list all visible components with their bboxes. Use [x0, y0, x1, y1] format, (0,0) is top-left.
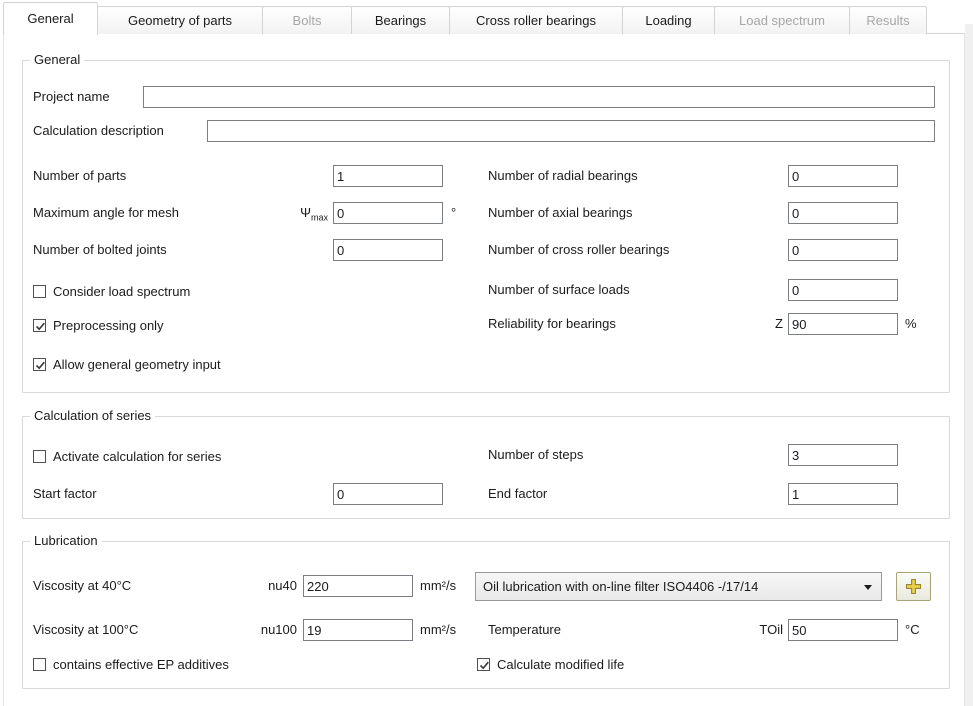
activate-series-checkbox[interactable]: Activate calculation for series	[33, 446, 221, 466]
axial-bearings-input[interactable]	[788, 202, 898, 224]
surface-loads-input[interactable]	[788, 279, 898, 301]
group-calculation-of-series-title: Calculation of series	[30, 408, 155, 424]
nu100-symbol: nu100	[240, 619, 297, 641]
cross-roller-bearings-input[interactable]	[788, 239, 898, 261]
viscosity-40-label: Viscosity at 40°C	[33, 575, 131, 597]
calculate-modified-life-label: Calculate modified life	[497, 657, 624, 672]
viscosity-100-label: Viscosity at 100°C	[33, 619, 138, 641]
add-lubrication-button[interactable]	[896, 572, 931, 601]
checkbox-box	[33, 450, 46, 463]
ep-additives-checkbox[interactable]: contains effective EP additives	[33, 654, 229, 674]
group-lubrication-title: Lubrication	[30, 533, 102, 549]
calculation-description-label: Calculation description	[33, 120, 164, 142]
preprocessing-only-label: Preprocessing only	[53, 318, 164, 333]
axial-bearings-label: Number of axial bearings	[488, 202, 633, 224]
project-name-input[interactable]	[143, 86, 935, 108]
ep-additives-label: contains effective EP additives	[53, 657, 229, 672]
viscosity-100-input[interactable]	[303, 619, 413, 641]
checkbox-box	[33, 285, 46, 298]
maximum-angle-input[interactable]	[333, 202, 443, 224]
check-icon	[33, 319, 48, 334]
bolted-joints-label: Number of bolted joints	[33, 239, 167, 261]
maximum-angle-label: Maximum angle for mesh	[33, 202, 179, 224]
reliability-unit: %	[905, 313, 917, 335]
start-factor-input[interactable]	[333, 483, 443, 505]
preprocessing-only-checkbox[interactable]: Preprocessing only	[33, 315, 164, 335]
temperature-unit: °C	[905, 619, 920, 641]
plus-icon	[905, 578, 922, 595]
radial-bearings-label: Number of radial bearings	[488, 165, 638, 187]
viscosity-100-unit: mm²/s	[420, 619, 456, 641]
reliability-label: Reliability for bearings	[488, 313, 616, 335]
lubrication-type-select[interactable]: Oil lubrication with on-line filter ISO4…	[475, 572, 882, 601]
tab-bolts: Bolts	[262, 6, 352, 34]
general-settings-panel: General Geometry of parts Bolts Bearings…	[0, 0, 973, 706]
project-name-label: Project name	[33, 86, 110, 108]
number-of-steps-input[interactable]	[788, 444, 898, 466]
chevron-down-icon	[864, 585, 872, 590]
allow-general-geometry-checkbox[interactable]: Allow general geometry input	[33, 354, 221, 374]
maximum-angle-unit: °	[451, 202, 456, 224]
reliability-input[interactable]	[788, 313, 898, 335]
tab-load-spectrum: Load spectrum	[714, 6, 850, 34]
consider-load-spectrum-checkbox[interactable]: Consider load spectrum	[33, 281, 190, 301]
radial-bearings-input[interactable]	[788, 165, 898, 187]
cross-roller-bearings-label: Number of cross roller bearings	[488, 239, 669, 261]
tab-results: Results	[849, 6, 927, 34]
group-general	[22, 60, 950, 393]
checkbox-box	[33, 319, 46, 332]
viscosity-40-input[interactable]	[303, 575, 413, 597]
check-icon	[477, 658, 492, 673]
number-of-steps-label: Number of steps	[488, 444, 583, 466]
number-of-parts-input[interactable]	[333, 165, 443, 187]
toil-symbol: TOil	[743, 619, 783, 641]
calculate-modified-life-checkbox[interactable]: Calculate modified life	[477, 654, 624, 674]
consider-load-spectrum-label: Consider load spectrum	[53, 284, 190, 299]
psi-max-symbol: Ψmax	[240, 202, 328, 224]
nu40-symbol: nu40	[240, 575, 297, 597]
start-factor-label: Start factor	[33, 483, 97, 505]
group-general-title: General	[30, 52, 84, 68]
activate-series-label: Activate calculation for series	[53, 449, 221, 464]
number-of-parts-label: Number of parts	[33, 165, 126, 187]
end-factor-input[interactable]	[788, 483, 898, 505]
temperature-input[interactable]	[788, 619, 898, 641]
reliability-symbol: Z	[743, 313, 783, 335]
lubrication-type-value: Oil lubrication with on-line filter ISO4…	[483, 579, 758, 594]
dialog-background-strip	[965, 24, 973, 706]
tab-general[interactable]: General	[3, 2, 98, 35]
tab-bar: General Geometry of parts Bolts Bearings…	[3, 0, 926, 34]
bolted-joints-input[interactable]	[333, 239, 443, 261]
end-factor-label: End factor	[488, 483, 547, 505]
check-icon	[33, 358, 48, 373]
checkbox-box	[33, 658, 46, 671]
tab-loading[interactable]: Loading	[622, 6, 715, 34]
tab-cross-roller-bearings[interactable]: Cross roller bearings	[449, 6, 623, 34]
checkbox-box	[33, 358, 46, 371]
temperature-label: Temperature	[488, 619, 561, 641]
viscosity-40-unit: mm²/s	[420, 575, 456, 597]
surface-loads-label: Number of surface loads	[488, 279, 630, 301]
checkbox-box	[477, 658, 490, 671]
tab-bearings[interactable]: Bearings	[351, 6, 450, 34]
calculation-description-input[interactable]	[207, 120, 935, 142]
allow-general-geometry-label: Allow general geometry input	[53, 357, 221, 372]
tab-geometry-of-parts[interactable]: Geometry of parts	[97, 6, 263, 34]
